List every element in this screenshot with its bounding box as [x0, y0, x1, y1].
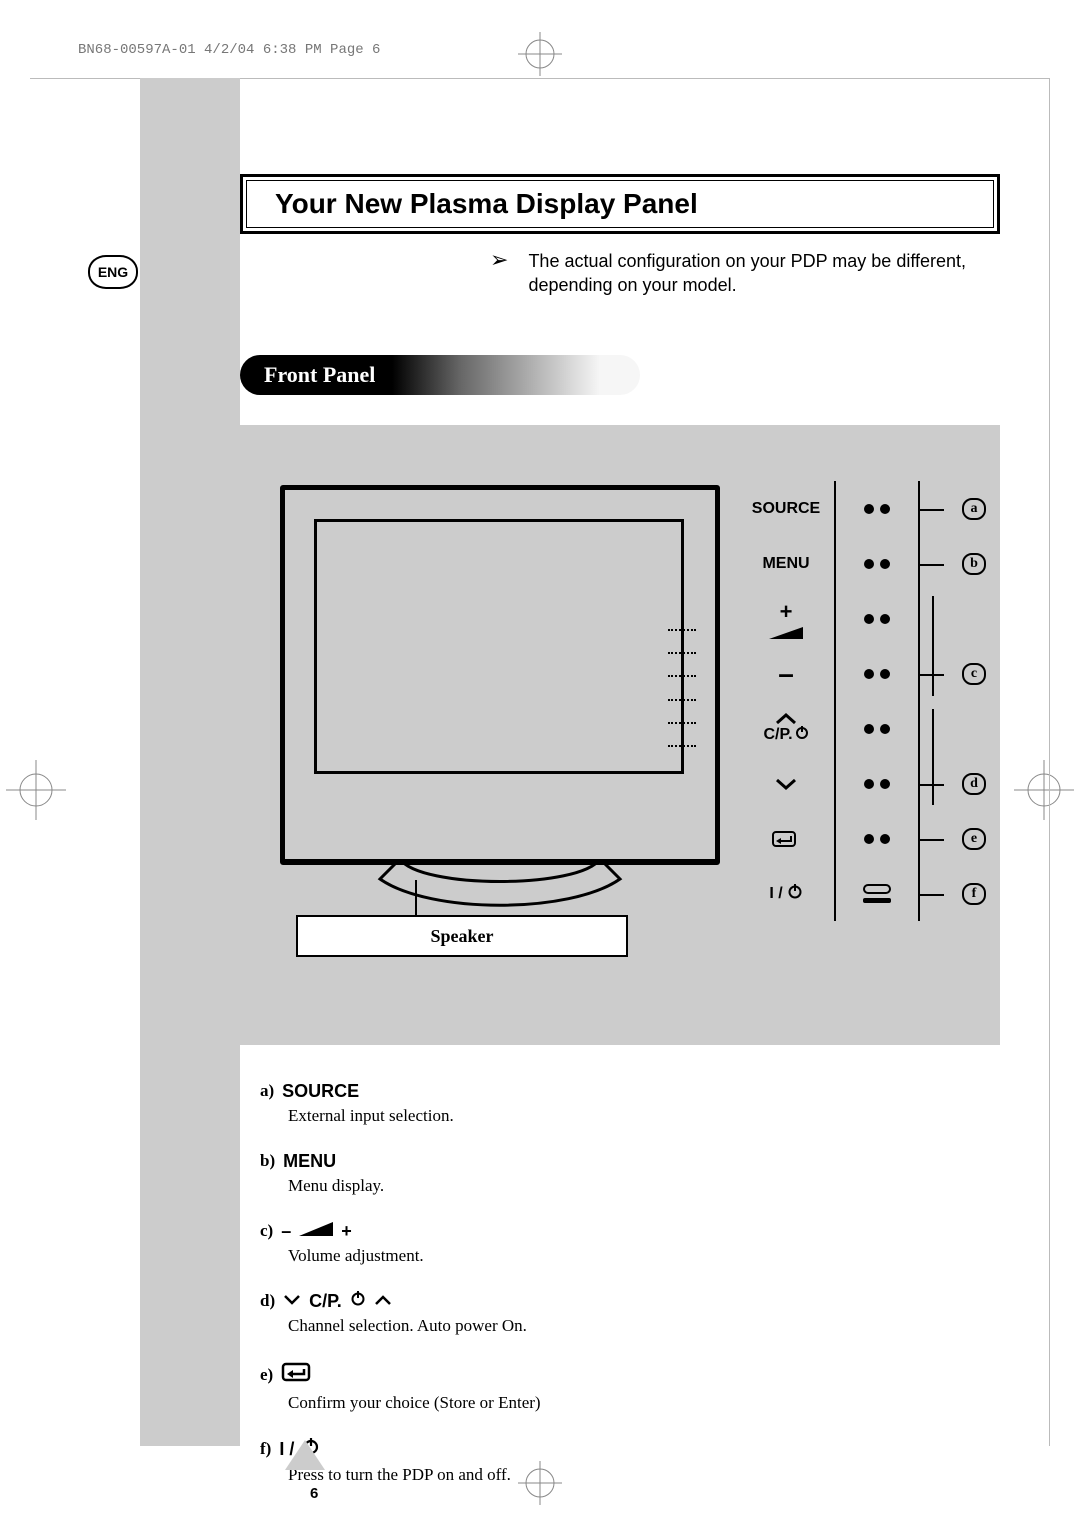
callout-b: b	[962, 553, 986, 575]
dot-icon	[864, 724, 874, 734]
section-tab: Front Panel	[240, 355, 640, 395]
plus-icon: +	[780, 599, 793, 625]
chevron-up-icon	[374, 1290, 392, 1313]
label-row-ch-down: d	[738, 756, 980, 811]
desc-key-label: SOURCE	[282, 1081, 359, 1102]
front-panel-figure: Speaker SOURCE a MENU b +	[240, 425, 1000, 1045]
power-icon	[787, 883, 803, 904]
desc-body: Menu display.	[288, 1175, 980, 1198]
dot-icon	[864, 834, 874, 844]
section-tab-label: Front Panel	[264, 362, 375, 388]
label-row-vol-minus: – c	[738, 646, 980, 701]
tv-stand-icon	[360, 859, 640, 907]
desc-body: Volume adjustment.	[288, 1245, 980, 1268]
volume-up-icon	[769, 627, 803, 639]
dot-icon	[864, 614, 874, 624]
cp-label: C/P.	[763, 726, 792, 744]
dot-icon	[864, 779, 874, 789]
dot-icon	[880, 779, 890, 789]
title-banner: Your New Plasma Display Panel	[240, 174, 1000, 234]
desc-item-d: d) C/P. Channel selection. Auto power On…	[260, 1290, 980, 1338]
note-row: ➢ The actual configuration on your PDP m…	[490, 249, 1000, 298]
tv-illustration	[280, 485, 720, 865]
dot-icon	[864, 504, 874, 514]
dot-icon	[880, 669, 890, 679]
minus-icon: –	[738, 646, 836, 701]
callout-e: e	[962, 828, 986, 850]
desc-body: Channel selection. Auto power On.	[288, 1315, 980, 1338]
power-button-icon	[863, 898, 891, 903]
enter-icon	[281, 1360, 315, 1391]
callout-f: f	[962, 883, 986, 905]
desc-plus: +	[341, 1221, 352, 1242]
desc-body: Confirm your choice (Store or Enter)	[288, 1392, 980, 1415]
dot-icon	[880, 559, 890, 569]
desc-key-label: MENU	[283, 1151, 336, 1172]
desc-item-a: a) SOURCE External input selection.	[260, 1080, 980, 1128]
label-row-enter: e	[738, 811, 980, 866]
dot-icon	[880, 504, 890, 514]
callout-d: d	[962, 773, 986, 795]
registration-mark-top	[518, 32, 562, 76]
label-row-ch-up: C/P.	[738, 701, 980, 756]
led-slot-icon	[863, 884, 891, 894]
desc-item-e: e) Confirm your choice (Store or Enter)	[260, 1360, 980, 1416]
page-number: 6	[310, 1485, 318, 1502]
menu-label: MENU	[738, 536, 836, 591]
callout-a: a	[962, 498, 986, 520]
dot-icon	[880, 724, 890, 734]
chevron-up-icon	[775, 713, 797, 725]
language-badge: ENG	[88, 255, 138, 289]
document-header: BN68-00597A-01 4/2/04 6:38 PM Page 6	[78, 43, 380, 57]
callout-c: c	[962, 663, 986, 685]
power-icon	[795, 725, 809, 744]
desc-key-letter: a)	[260, 1080, 274, 1103]
label-row-vol-plus: +	[738, 591, 980, 646]
dot-icon	[880, 614, 890, 624]
note-arrow-icon: ➢	[490, 249, 508, 271]
speaker-label-box: Speaker	[296, 915, 628, 957]
label-row-source: SOURCE a	[738, 481, 980, 536]
desc-item-f: f) I / Press to turn the PDP on and off.	[260, 1437, 980, 1487]
note-text: The actual configuration on your PDP may…	[528, 249, 1000, 298]
label-row-power: I / f	[738, 866, 980, 921]
desc-body: External input selection.	[288, 1105, 980, 1128]
desc-body: Press to turn the PDP on and off.	[288, 1464, 980, 1487]
description-list: a) SOURCE External input selection. b) MEN…	[260, 1080, 980, 1509]
desc-key-letter: b)	[260, 1150, 275, 1173]
button-label-column: SOURCE a MENU b + –	[738, 481, 980, 921]
chevron-down-icon	[283, 1290, 301, 1313]
desc-key-letter: c)	[260, 1220, 273, 1243]
brace-d	[920, 709, 934, 805]
desc-key-letter: f)	[260, 1438, 271, 1461]
volume-icon	[299, 1220, 333, 1243]
grey-sidebar	[140, 78, 240, 1446]
desc-item-b: b) MENU Menu display.	[260, 1150, 980, 1198]
dot-icon	[864, 559, 874, 569]
speaker-callout-line	[415, 880, 417, 918]
speaker-label: Speaker	[431, 926, 494, 947]
desc-key-letter: e)	[260, 1364, 273, 1387]
enter-icon	[771, 828, 801, 850]
tv-side-buttons-icon	[668, 629, 696, 749]
dot-icon	[880, 834, 890, 844]
dot-icon	[864, 669, 874, 679]
power-label: I /	[769, 885, 782, 903]
page-title: Your New Plasma Display Panel	[275, 188, 698, 220]
source-label: SOURCE	[738, 481, 836, 536]
desc-minus: –	[281, 1221, 291, 1242]
desc-item-c: c) – + Volume adjustment.	[260, 1220, 980, 1268]
power-icon	[350, 1290, 366, 1313]
brace-c	[920, 596, 934, 696]
desc-key-letter: d)	[260, 1290, 275, 1313]
page-number-triangle-icon	[285, 1440, 325, 1470]
label-row-menu: MENU b	[738, 536, 980, 591]
desc-key-label: C/P.	[309, 1291, 342, 1312]
chevron-down-icon	[775, 778, 797, 790]
